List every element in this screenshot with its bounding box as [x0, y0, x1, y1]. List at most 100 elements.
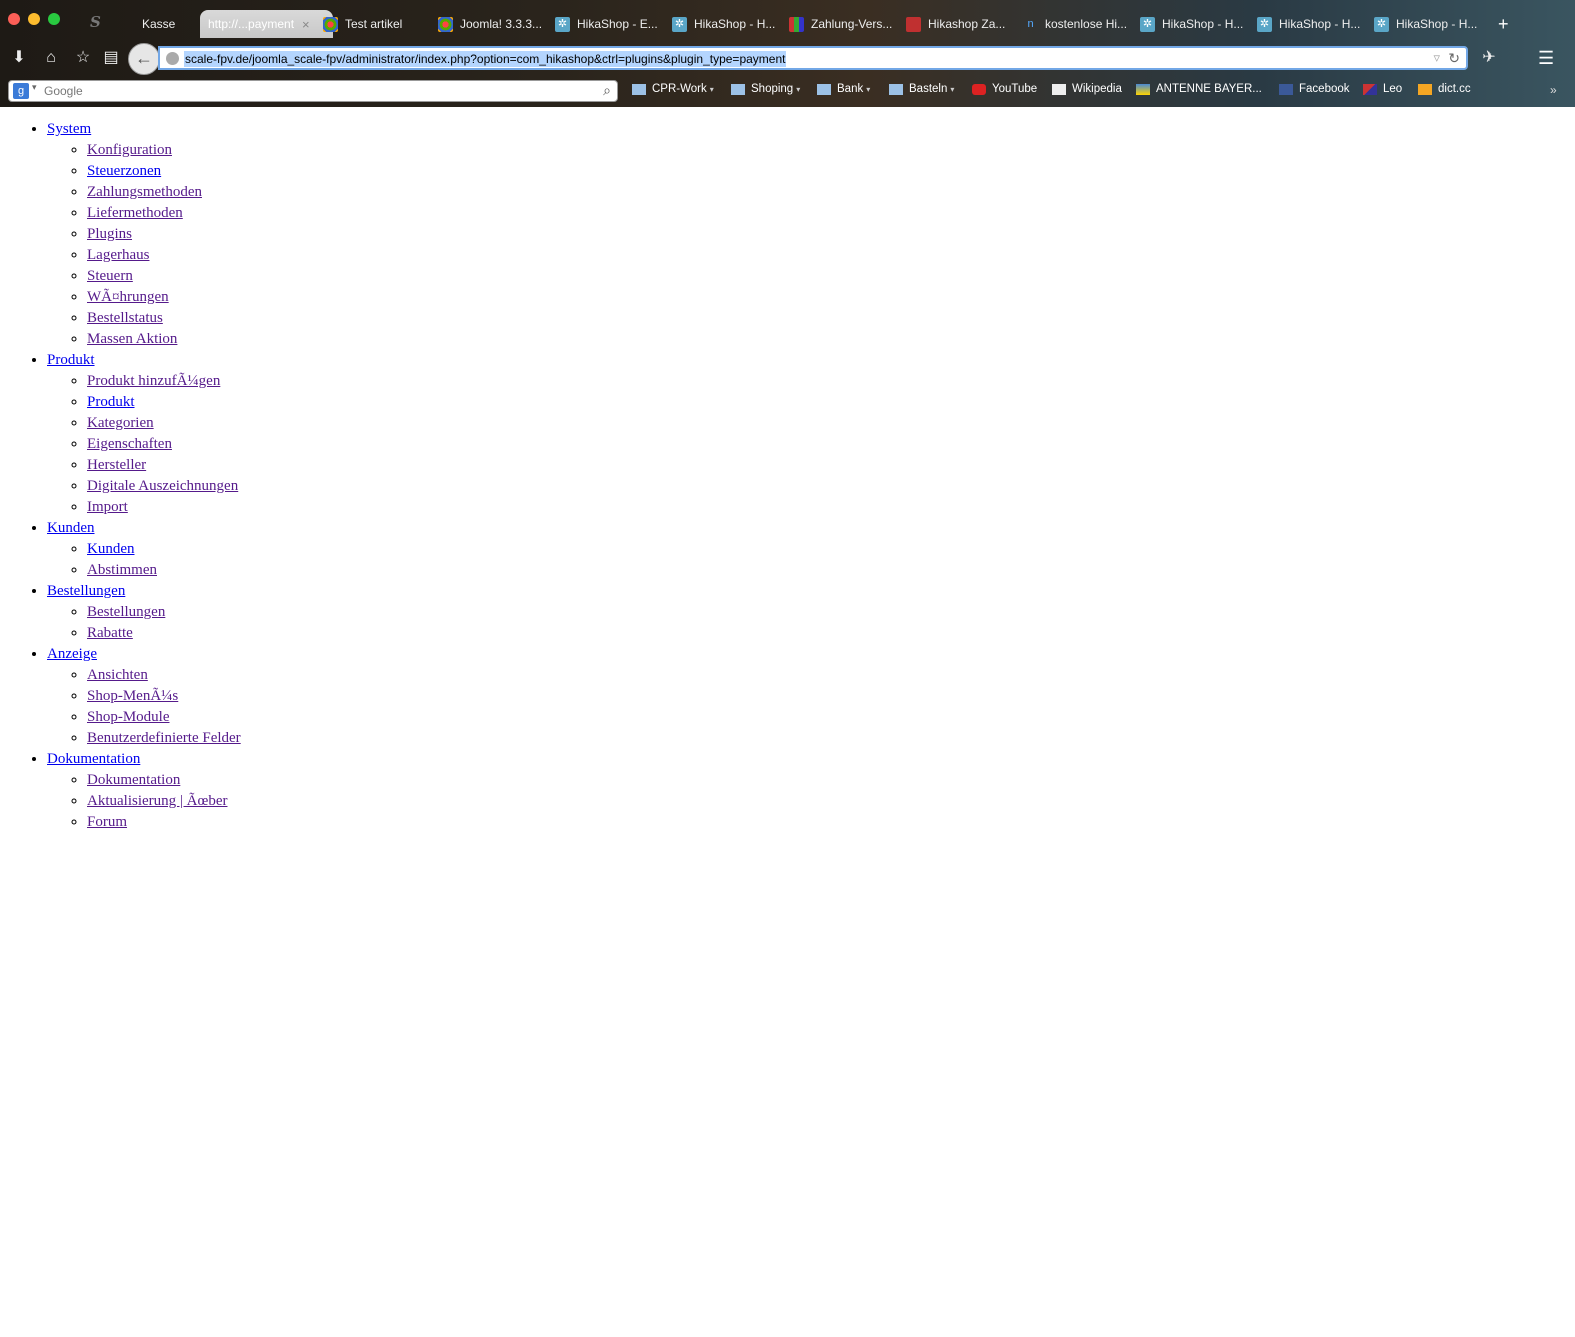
submenu-link[interactable]: Bestellstatus: [87, 310, 163, 326]
submenu: Kunden Abstimmen: [47, 539, 1575, 581]
submenu-link[interactable]: Import: [87, 499, 128, 515]
submenu-link[interactable]: Hersteller: [87, 457, 146, 473]
submenu-link[interactable]: Steuerzonen: [87, 163, 161, 179]
submenu-item: WÃ¤hrungen: [87, 287, 1575, 308]
url-text[interactable]: scale-fpv.de/joomla_scale-fpv/administra…: [184, 51, 787, 67]
youtube-icon: [972, 83, 986, 95]
close-window-button[interactable]: [8, 13, 20, 25]
menu-section-link[interactable]: Produkt: [47, 352, 95, 368]
search-bar[interactable]: g ▾ Google ⌕: [8, 80, 618, 102]
hikashop-red-icon: [906, 16, 921, 32]
submenu-link[interactable]: Plugins: [87, 226, 132, 242]
hikashop-icon: ✲: [555, 16, 570, 32]
bookmark-item[interactable]: Bank ▾: [817, 83, 870, 95]
url-dropdown-icon[interactable]: ▿: [1433, 50, 1440, 66]
bookmark-label: Leo: [1383, 83, 1403, 95]
submenu-link[interactable]: Produkt hinzufÃ¼gen: [87, 373, 220, 389]
submenu-link[interactable]: Produkt: [87, 394, 135, 410]
tab[interactable]: ✲ HikaShop - H...: [672, 10, 790, 38]
bookmark-item[interactable]: dict.cc: [1418, 83, 1471, 95]
submenu-link[interactable]: WÃ¤hrungen: [87, 289, 169, 305]
chevron-down-icon[interactable]: ▾: [32, 82, 37, 93]
submenu-link[interactable]: Lagerhaus: [87, 247, 149, 263]
browser-chrome: S Kasse http://...payment × Test artikel Joo…: [0, 0, 1575, 107]
bookmark-item[interactable]: Basteln ▾: [889, 83, 954, 95]
tab[interactable]: ✲ HikaShop - H...: [1140, 10, 1258, 38]
submenu-link[interactable]: Shop-MenÃ¼s: [87, 688, 178, 704]
tab[interactable]: ✲ HikaShop - E...: [555, 10, 673, 38]
bookmark-item[interactable]: YouTube: [972, 83, 1037, 95]
reading-list-icon[interactable]: ▤: [100, 47, 122, 69]
search-input[interactable]: Google: [44, 84, 83, 98]
submenu-link[interactable]: Shop-Module: [87, 709, 170, 725]
download-icon[interactable]: ⬇: [8, 47, 30, 69]
tab[interactable]: Kasse: [120, 10, 200, 38]
submenu-link[interactable]: Bestellungen: [87, 604, 165, 620]
tab[interactable]: Joomla! 3.3.3...: [438, 10, 556, 38]
home-icon[interactable]: ⌂: [40, 47, 62, 69]
tab[interactable]: n kostenlose Hi...: [1023, 10, 1141, 38]
submenu-link[interactable]: Forum: [87, 814, 127, 830]
submenu-link[interactable]: Rabatte: [87, 625, 133, 641]
submenu-link[interactable]: Zahlungsmethoden: [87, 184, 202, 200]
submenu-item: Bestellungen: [87, 602, 1575, 623]
menu-section-link[interactable]: Dokumentation: [47, 751, 140, 767]
submenu-link[interactable]: Digitale Auszeichnungen: [87, 478, 238, 494]
hamburger-menu-icon[interactable]: ☰: [1538, 49, 1556, 67]
hikashop-icon: ✲: [1140, 16, 1155, 32]
minimize-window-button[interactable]: [28, 13, 40, 25]
menu-section-link[interactable]: Anzeige: [47, 646, 97, 662]
submenu-link[interactable]: Abstimmen: [87, 562, 157, 578]
submenu-link[interactable]: Steuern: [87, 268, 133, 284]
close-tab-icon[interactable]: ×: [302, 17, 310, 32]
submenu-link[interactable]: Massen Aktion: [87, 331, 177, 347]
submenu-link[interactable]: Eigenschaften: [87, 436, 172, 452]
folder-icon: [632, 83, 646, 95]
tab-label: HikaShop - H...: [1162, 17, 1244, 31]
globe-icon: [166, 52, 179, 65]
tab[interactable]: Zahlung-Vers...: [789, 10, 907, 38]
bookmark-item[interactable]: Shoping ▾: [731, 83, 800, 95]
submenu-item: Steuerzonen: [87, 161, 1575, 182]
chevron-down-icon: ▾: [866, 84, 871, 94]
menu-section-link[interactable]: Kunden: [47, 520, 95, 536]
submenu-link[interactable]: Kategorien: [87, 415, 154, 431]
bookmark-item[interactable]: CPR-Work ▾: [632, 83, 714, 95]
tab[interactable]: Test artikel: [323, 10, 433, 38]
reload-icon[interactable]: ↻: [1448, 50, 1460, 67]
bookmark-item[interactable]: Facebook: [1279, 83, 1350, 95]
back-button[interactable]: ←: [128, 43, 160, 75]
url-bar[interactable]: scale-fpv.de/joomla_scale-fpv/administra…: [158, 46, 1468, 70]
folder-icon: [817, 83, 831, 95]
tab[interactable]: ✲ HikaShop - H...: [1374, 10, 1492, 38]
tab-label: HikaShop - H...: [1279, 17, 1361, 31]
tab[interactable]: Hikashop Za...: [906, 10, 1024, 38]
submenu-link[interactable]: Konfiguration: [87, 142, 172, 158]
submenu-item: Bestellstatus: [87, 308, 1575, 329]
menu-section-link[interactable]: Bestellungen: [47, 583, 125, 599]
submenu-link[interactable]: Aktualisierung | Ãœber: [87, 793, 227, 809]
addon-icon[interactable]: ✈: [1478, 47, 1500, 69]
submenu-link[interactable]: Dokumentation: [87, 772, 180, 788]
google-icon[interactable]: g: [13, 83, 29, 99]
hikashop-icon: ✲: [672, 16, 687, 32]
submenu-link[interactable]: Ansichten: [87, 667, 148, 683]
bookmarks-overflow-button[interactable]: »: [1550, 83, 1557, 97]
bookmark-star-icon[interactable]: ☆: [72, 47, 94, 69]
tab[interactable]: http://...payment ×: [200, 10, 333, 38]
bookmark-bar: g ▾ Google ⌕ CPR-Work ▾ Shoping ▾ Bank ▾ Baste…: [0, 76, 1575, 106]
submenu-link[interactable]: Liefermethoden: [87, 205, 183, 221]
new-tab-button[interactable]: +: [1498, 14, 1509, 35]
submenu-link[interactable]: Benutzerdefinierte Felder: [87, 730, 241, 746]
submenu-link[interactable]: Kunden: [87, 541, 135, 557]
maximize-window-button[interactable]: [48, 13, 60, 25]
tab[interactable]: ✲ HikaShop - H...: [1257, 10, 1375, 38]
menu-section-link[interactable]: System: [47, 121, 91, 137]
submenu-item: Zahlungsmethoden: [87, 182, 1575, 203]
hikashop-icon: ✲: [1374, 16, 1389, 32]
bookmark-item[interactable]: Leo: [1363, 83, 1402, 95]
bookmark-item[interactable]: Wikipedia: [1052, 83, 1122, 95]
search-icon[interactable]: ⌕: [603, 82, 611, 99]
bookmark-item[interactable]: ANTENNE BAYER...: [1136, 83, 1262, 95]
leo-icon: [1363, 83, 1377, 95]
